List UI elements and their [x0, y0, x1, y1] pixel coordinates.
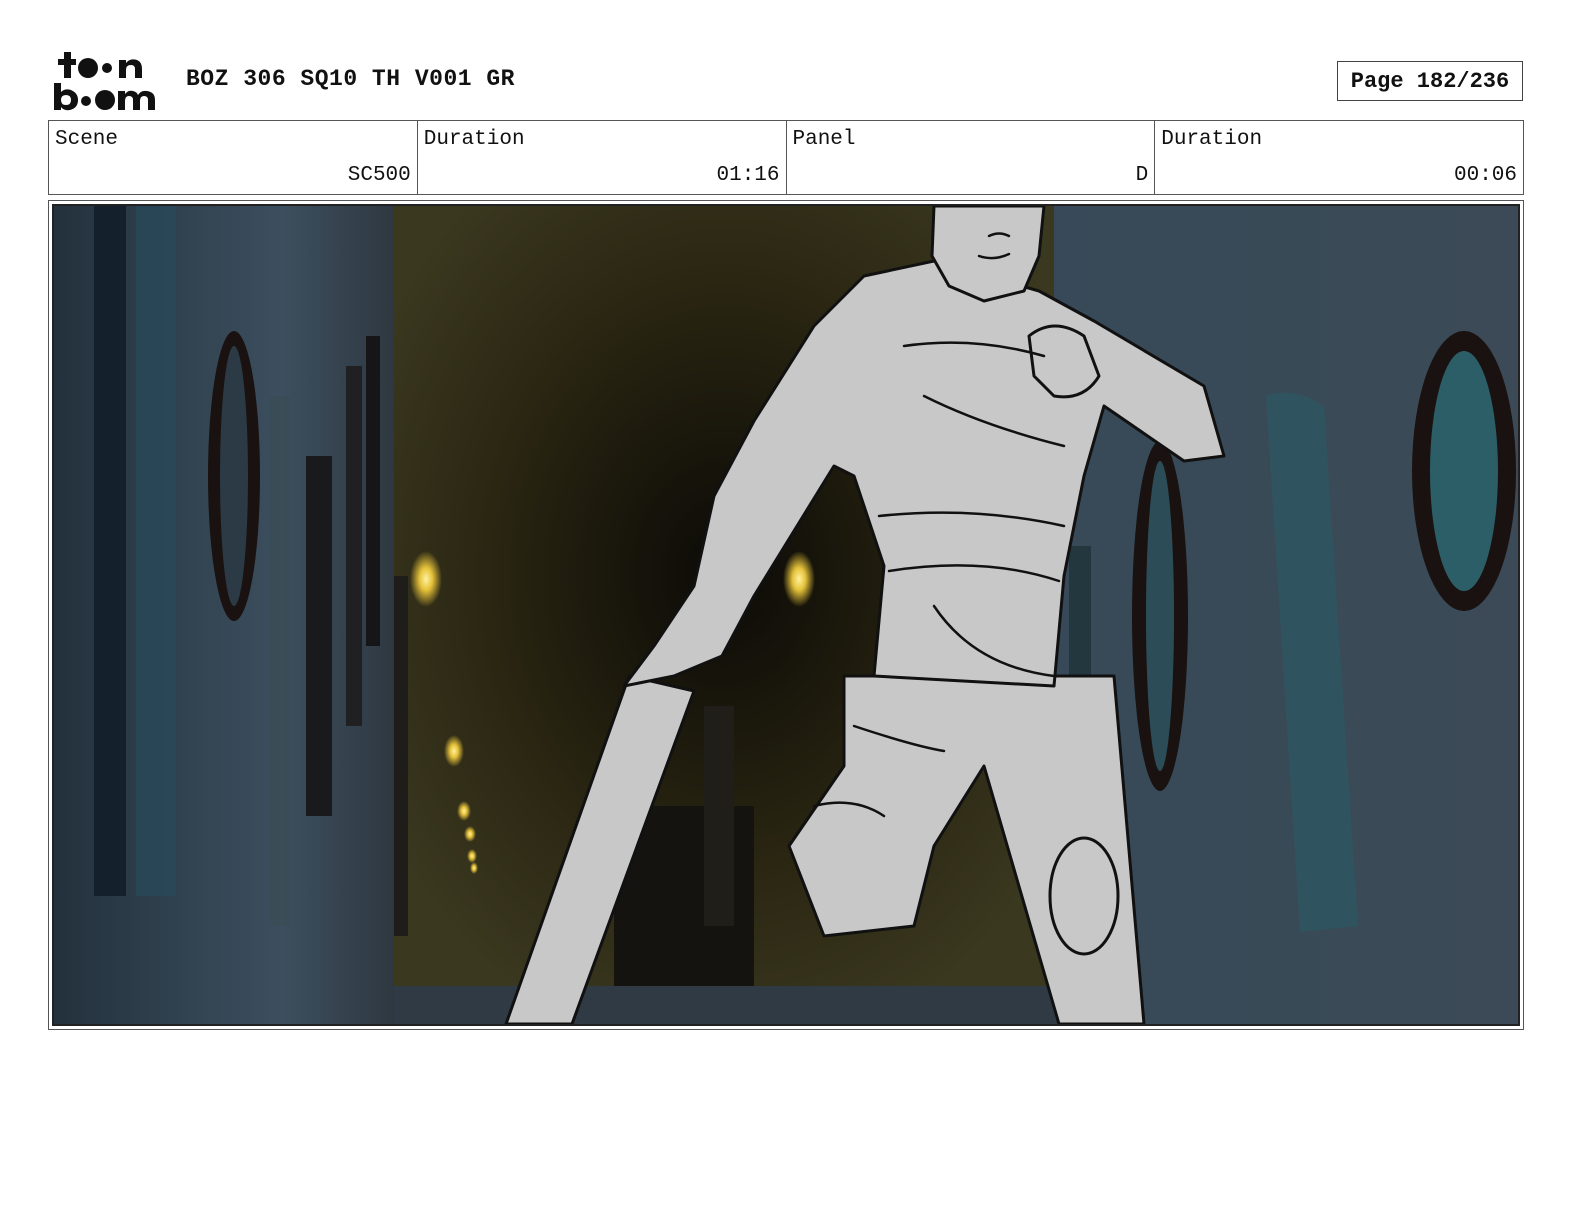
scene-duration-cell: Duration 01:16 — [418, 121, 787, 194]
page-indicator: Page 182/236 — [1337, 61, 1523, 101]
panel-duration-label: Duration — [1161, 128, 1263, 151]
panel-info-table: Scene SC500 Duration 01:16 Panel D Durat… — [48, 120, 1524, 195]
storyboard-panel-image — [52, 204, 1520, 1026]
toon-boom-logo — [52, 50, 164, 112]
project-title: BOZ 306 SQ10 TH V001 GR — [186, 66, 515, 92]
scene-label: Scene — [55, 128, 119, 151]
scene-value: SC500 — [347, 164, 411, 187]
scene-cell: Scene SC500 — [49, 121, 418, 194]
panel-duration-value: 00:06 — [1453, 164, 1517, 187]
panel-cell: Panel D — [787, 121, 1156, 194]
panel-label: Panel — [792, 128, 856, 151]
scene-duration-value: 01:16 — [716, 164, 780, 187]
scene-duration-label: Duration — [423, 128, 525, 151]
panel-duration-cell: Duration 00:06 — [1155, 121, 1523, 194]
panel-value: D — [1135, 164, 1149, 187]
